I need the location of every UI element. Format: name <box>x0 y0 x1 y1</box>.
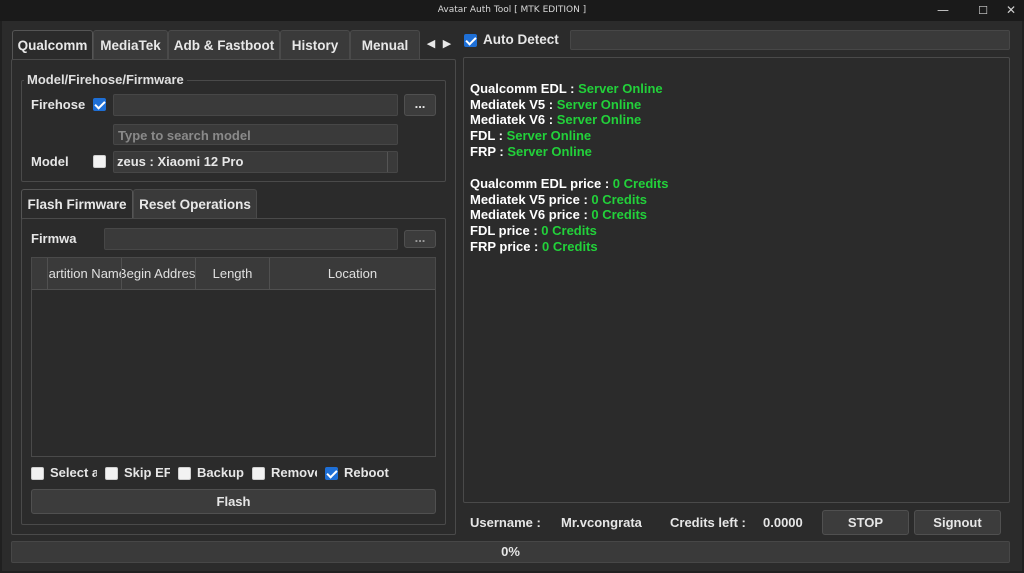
auto-detect-field[interactable] <box>570 30 1010 51</box>
tab-adb-fastboot[interactable]: Adb & Fastboot <box>168 30 280 60</box>
model-select-value: zeus : Xiaomi 12 Pro <box>117 154 244 169</box>
progress-text: 0% <box>501 544 520 559</box>
price-line-fdl: FDL price : 0 Credits <box>470 223 597 239</box>
stop-button[interactable]: STOP <box>822 510 909 535</box>
firehose-checkbox[interactable] <box>93 98 106 111</box>
reboot-checkbox[interactable] <box>325 467 338 480</box>
credits-left-value: 0.0000 <box>763 515 803 530</box>
backup-checkbox[interactable] <box>178 467 191 480</box>
auto-detect-label[interactable]: Auto Detect <box>483 32 563 48</box>
status-line-qualcomm-edl: Qualcomm EDL : Server Online <box>470 81 663 96</box>
table-row-header-corner <box>32 258 48 290</box>
model-checkbox[interactable] <box>93 155 106 168</box>
status-line-fdl: FDL : Server Online <box>470 128 592 144</box>
price-list: Qualcomm EDL price : 0 Credits Mediatek … <box>470 176 668 255</box>
tab-scroll-left-icon[interactable]: ◀ <box>424 34 438 54</box>
tab-mediatek[interactable]: MediaTek <box>93 30 168 60</box>
username-label: Username : <box>470 515 541 530</box>
column-header-partition-name[interactable]: Partition Name <box>48 258 122 290</box>
signout-button[interactable]: Signout <box>914 510 1001 535</box>
firmware-path-field[interactable] <box>104 228 398 250</box>
skip-efs-label[interactable]: Skip EFS <box>124 465 170 481</box>
column-header-begin-address[interactable]: Begin Address <box>122 258 196 290</box>
minimize-button[interactable]: — <box>928 0 958 21</box>
progress-bar: 0% <box>11 541 1010 563</box>
backup-label[interactable]: Backup <box>197 465 244 481</box>
auto-detect-input[interactable] <box>571 32 1009 51</box>
tab-flash-firmware[interactable]: Flash Firmware <box>21 189 133 219</box>
model-search-input[interactable] <box>114 126 397 145</box>
model-label: Model <box>31 154 69 169</box>
firmware-label: Firmware <box>31 231 77 246</box>
firehose-path-input[interactable] <box>114 95 397 116</box>
server-status-list: Qualcomm EDL : Server Online Mediatek V5… <box>470 81 663 160</box>
column-header-length[interactable]: Length <box>196 258 270 290</box>
column-header-location[interactable]: Location <box>270 258 435 290</box>
firmware-browse-button[interactable]: ... <box>404 230 436 248</box>
partition-table[interactable]: Partition Name Begin Address Length Loca… <box>31 257 436 457</box>
model-search-field[interactable] <box>113 124 398 145</box>
credits-left-label: Credits left : <box>670 515 746 530</box>
select-all-label[interactable]: Select all <box>50 465 97 481</box>
price-line-qualcomm-edl: Qualcomm EDL price : 0 Credits <box>470 176 669 191</box>
model-select[interactable]: zeus : Xiaomi 12 Pro <box>113 151 398 173</box>
tab-scroll-right-icon[interactable]: ▶ <box>440 34 454 54</box>
firehose-label: Firehose <box>31 97 86 112</box>
skip-efs-checkbox[interactable] <box>105 467 118 480</box>
tab-reset-operations[interactable]: Reset Operations <box>133 189 257 219</box>
window-title: Avatar Auth Tool [ MTK EDITION ] <box>437 5 587 15</box>
remove-label[interactable]: Remove <box>271 465 317 481</box>
tab-menual[interactable]: Menual <box>350 30 420 60</box>
maximize-button[interactable]: ☐ <box>968 0 998 21</box>
firehose-browse-button[interactable]: ... <box>404 94 436 116</box>
tab-qualcomm[interactable]: Qualcomm <box>12 30 93 60</box>
status-line-mediatek-v6: Mediatek V6 : Server Online <box>470 112 642 128</box>
tab-history[interactable]: History <box>280 30 350 60</box>
model-group-title: Model/Firehose/Firmware <box>24 72 187 88</box>
price-line-mediatek-v6: Mediatek V6 price : 0 Credits <box>470 207 648 223</box>
model-dropdown-arrow[interactable] <box>387 152 397 172</box>
price-line-mediatek-v5: Mediatek V5 price : 0 Credits <box>470 191 648 207</box>
reboot-label[interactable]: Reboot <box>344 465 404 481</box>
firehose-path-field[interactable] <box>113 94 398 116</box>
status-line-frp: FRP : Server Online <box>470 143 592 159</box>
price-line-frp: FRP price : 0 Credits <box>470 238 598 254</box>
close-button[interactable]: ✕ <box>996 0 1024 21</box>
status-line-mediatek-v5: Mediatek V5 : Server Online <box>470 96 642 112</box>
remove-checkbox[interactable] <box>252 467 265 480</box>
username-value: Mr.vcongrata <box>561 515 642 530</box>
select-all-checkbox[interactable] <box>31 467 44 480</box>
flash-button[interactable]: Flash <box>31 489 436 514</box>
firmware-path-input[interactable] <box>105 229 397 250</box>
auto-detect-checkbox[interactable] <box>464 34 477 47</box>
